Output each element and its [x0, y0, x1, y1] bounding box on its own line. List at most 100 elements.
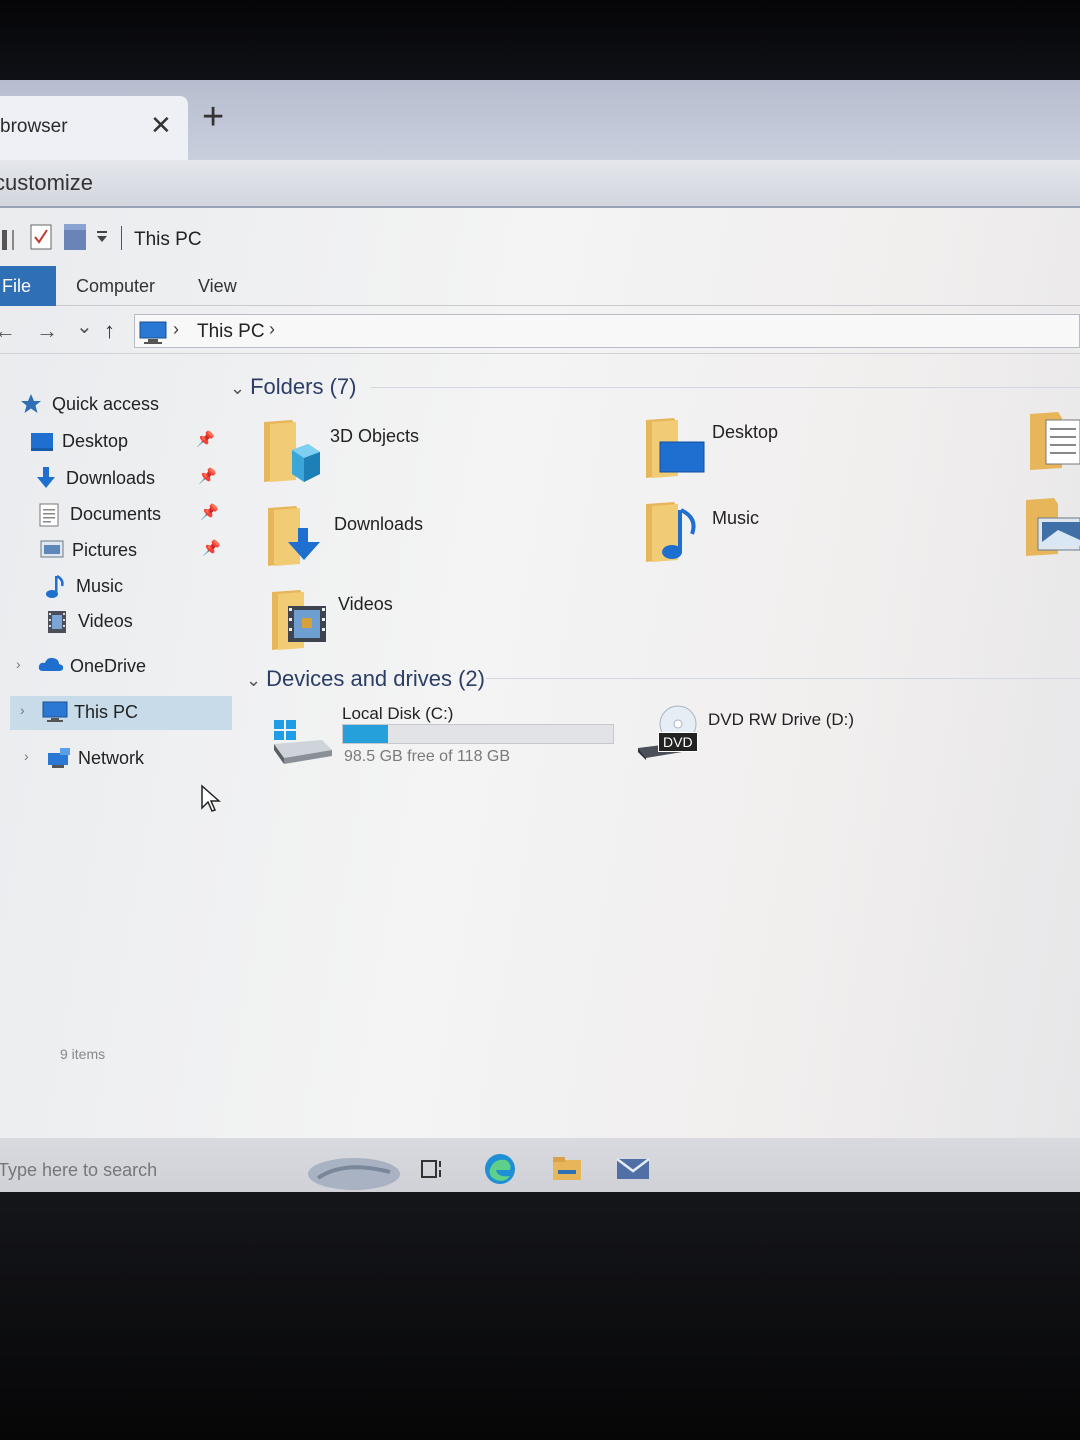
nav-item-label: OneDrive — [70, 655, 147, 676]
customize-bar: customize — [0, 160, 1080, 208]
tab-file[interactable]: File — [0, 266, 56, 306]
title-divider — [121, 226, 122, 250]
new-folder-icon[interactable] — [64, 224, 86, 250]
mail-icon[interactable] — [616, 1156, 650, 1182]
nav-quick-access[interactable]: Quick access — [20, 388, 159, 420]
breadcrumb-separator-end[interactable]: › — [269, 319, 275, 340]
disk-capacity-bar — [342, 724, 614, 744]
properties-icon[interactable] — [30, 224, 52, 250]
browser-tab-title: browser — [0, 116, 68, 137]
close-tab-icon[interactable]: ✕ — [150, 110, 172, 141]
window-title: This PC — [134, 229, 202, 250]
drive-label: Local Disk (C:) — [342, 704, 454, 723]
navigation-bar: ← → ⌄ ↑ › This PC › — [0, 308, 1080, 354]
desktop-icon — [30, 430, 54, 452]
nav-item-this-pc[interactable]: This PC — [42, 696, 138, 728]
mouse-cursor-icon — [201, 784, 221, 812]
up-button[interactable]: ↑ — [104, 318, 115, 344]
chevron-down-icon: ⌄ — [246, 670, 267, 690]
pictures-folder-icon[interactable] — [1024, 496, 1080, 558]
folder-music[interactable]: Music — [644, 500, 944, 570]
browser-tab-strip: browser ✕ + — [0, 80, 1080, 160]
nav-item-pictures[interactable]: Pictures — [40, 534, 137, 566]
tab-computer[interactable]: Computer — [76, 276, 155, 297]
address-bar[interactable]: › This PC › — [134, 314, 1080, 348]
explorer-title-bar: This PC — [0, 212, 1080, 264]
hard-drive-icon — [274, 720, 332, 764]
customize-toolbar-chevron-icon[interactable] — [96, 230, 108, 244]
folder-3d-objects[interactable]: 3D Objects — [262, 418, 562, 488]
task-view-icon[interactable] — [420, 1158, 446, 1180]
window-icon — [2, 230, 14, 250]
forward-button[interactable]: → — [36, 318, 58, 344]
folder-desktop[interactable]: Desktop — [644, 416, 944, 486]
documents-folder-icon[interactable] — [1028, 410, 1080, 472]
nav-item-label: Documents — [70, 503, 162, 524]
new-tab-button[interactable]: + — [202, 98, 224, 136]
star-icon — [20, 393, 44, 415]
file-explorer-icon[interactable] — [552, 1156, 582, 1182]
nav-item-documents[interactable]: Documents — [38, 498, 161, 530]
this-pc-icon — [139, 321, 167, 344]
devices-group-divider — [486, 678, 1080, 679]
nav-item-label: Pictures — [72, 539, 138, 560]
expand-chevron-icon[interactable]: › — [16, 656, 21, 672]
devices-group-header[interactable]: ⌄ Devices and drives (2) — [246, 666, 485, 692]
edge-browser-icon[interactable] — [482, 1152, 518, 1186]
nav-item-label: Videos — [78, 610, 133, 631]
videos-icon — [46, 610, 70, 633]
monitor-bezel-bottom — [0, 1192, 1080, 1440]
screen: browser ✕ + customize This PC File Compu… — [0, 80, 1080, 1194]
folder-videos[interactable]: Videos — [270, 588, 570, 658]
folders-group-header[interactable]: ⌄ Folders (7) — [230, 374, 356, 400]
desktop-folder-icon — [646, 418, 705, 478]
folder-label: Desktop — [712, 422, 779, 442]
nav-item-label: Desktop — [62, 430, 129, 451]
nav-item-network[interactable]: Network — [46, 742, 144, 774]
expand-chevron-icon[interactable]: › — [20, 702, 25, 718]
pin-icon[interactable]: 📌 — [202, 539, 221, 557]
breadcrumb-this-pc[interactable]: This PC — [197, 321, 265, 343]
downloads-icon — [34, 467, 58, 489]
customize-label[interactable]: customize — [0, 170, 93, 196]
disk-free-space: 98.5 GB free of 118 GB — [344, 748, 511, 765]
chevron-down-icon: ⌄ — [230, 378, 251, 398]
monitor-bezel-top — [0, 0, 1080, 88]
folder-label: Videos — [338, 594, 393, 614]
breadcrumb-separator[interactable]: › — [173, 319, 179, 340]
nav-item-downloads[interactable]: Downloads — [34, 462, 155, 494]
drive-label: DVD RW Drive (D:) — [708, 710, 855, 729]
nav-item-label: This PC — [74, 701, 139, 722]
status-item-count: 9 items — [60, 1046, 106, 1062]
browser-tab[interactable]: browser ✕ — [0, 96, 188, 160]
ribbon-tabs: File Computer View — [0, 266, 1080, 306]
nav-item-music[interactable]: Music — [44, 570, 123, 602]
nav-item-label: Network — [78, 747, 145, 768]
documents-icon — [38, 503, 62, 527]
pin-icon[interactable]: 📌 — [198, 467, 217, 485]
taskbar-search-box[interactable]: Type here to search — [0, 1138, 300, 1194]
cloud-icon — [38, 655, 64, 677]
nav-item-label: Downloads — [66, 467, 156, 488]
back-button[interactable]: ← — [0, 318, 16, 344]
folder-downloads[interactable]: Downloads — [266, 504, 566, 574]
taskbar: Type here to search — [0, 1138, 1080, 1194]
this-pc-icon — [42, 701, 68, 723]
nav-item-desktop[interactable]: Desktop — [30, 425, 128, 457]
disk-capacity-fill — [343, 725, 388, 743]
music-icon — [44, 574, 68, 598]
search-highlight-icon[interactable] — [304, 1150, 402, 1190]
expand-chevron-icon[interactable]: › — [24, 748, 29, 764]
folder-label: Music — [712, 508, 760, 528]
folder-label: 3D Objects — [330, 426, 420, 446]
nav-item-onedrive[interactable]: OneDrive — [38, 650, 146, 682]
folders-group-divider — [370, 387, 1080, 388]
dvd-badge: DVD — [658, 732, 698, 752]
drive-dvd-rw-d[interactable]: DVD DVD RW Drive (D:) — [636, 704, 936, 768]
recent-locations-button[interactable]: ⌄ — [76, 314, 93, 339]
nav-item-videos[interactable]: Videos — [46, 605, 133, 637]
pictures-icon — [40, 539, 64, 561]
pin-icon[interactable]: 📌 — [196, 430, 215, 448]
tab-view[interactable]: View — [198, 276, 237, 297]
pin-icon[interactable]: 📌 — [200, 503, 219, 521]
